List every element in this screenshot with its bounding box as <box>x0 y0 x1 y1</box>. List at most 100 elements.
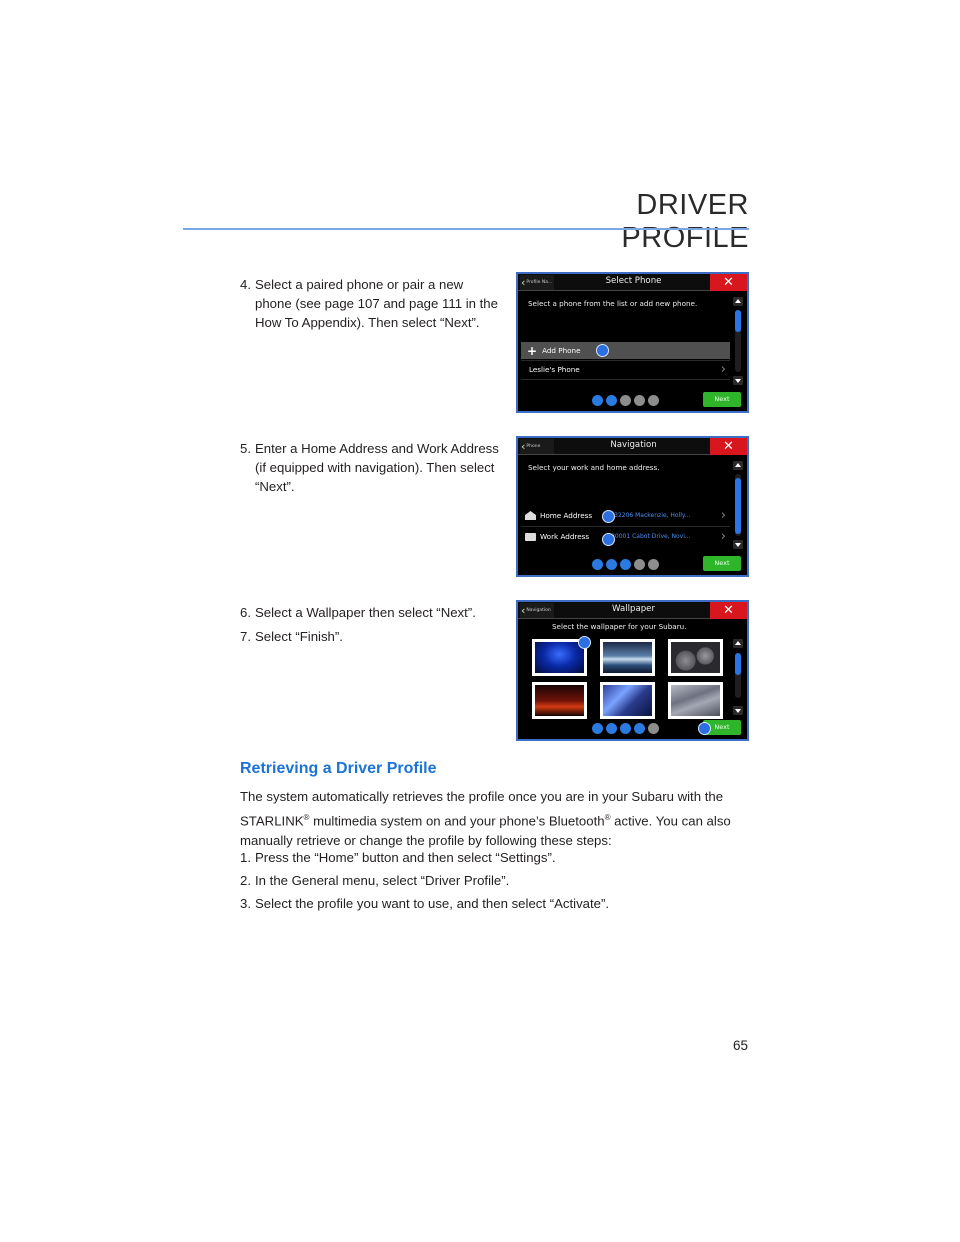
screen-title: Select Phone <box>605 276 662 286</box>
retrieve-heading: Retrieving a Driver Profile <box>240 760 437 777</box>
home-icon <box>525 511 536 520</box>
wallpaper-red-horizon <box>535 685 584 716</box>
wallpaper-thumbnail[interactable] <box>600 682 655 719</box>
screen-header: ‹ Phone Navigation ✕ <box>518 438 747 455</box>
touch-indicator <box>596 344 609 357</box>
back-button[interactable]: ‹ Profile Na... <box>520 275 554 290</box>
list-item-label: Add Phone <box>542 346 581 355</box>
close-button[interactable]: ✕ <box>710 602 747 619</box>
step-4: 4. Select a paired phone or pair a new p… <box>240 275 502 332</box>
step-number: 1. <box>240 850 251 865</box>
briefcase-icon <box>525 532 536 541</box>
divider <box>521 526 730 527</box>
scroll-down-button[interactable] <box>733 376 743 385</box>
progress-dot <box>592 723 603 734</box>
screen-title: Navigation <box>610 440 657 450</box>
progress-dot <box>648 395 659 406</box>
progress-dot <box>620 559 631 570</box>
progress-dot <box>606 395 617 406</box>
back-label: Profile Na... <box>526 280 553 285</box>
wallpaper-thumbnail[interactable] <box>600 639 655 676</box>
progress-dots <box>592 559 659 570</box>
divider <box>521 379 730 380</box>
wallpaper-thumbnail[interactable] <box>668 682 723 719</box>
retrieve-intro: The system automatically retrieves the p… <box>240 787 750 852</box>
work-address-value: 30001 Cabot Drive, Novi... <box>611 533 691 540</box>
scrollbar[interactable] <box>735 310 741 372</box>
screen-prompt: Select a phone from the list or add new … <box>528 299 698 308</box>
wallpaper-thumbnail[interactable] <box>532 682 587 719</box>
screen-header: ‹ Navigation Wallpaper ✕ <box>518 602 747 619</box>
home-address-label: Home Address <box>540 511 593 520</box>
scroll-up-button[interactable] <box>733 639 743 648</box>
wallpaper-screen: ‹ Navigation Wallpaper ✕ Select the wall… <box>516 600 749 741</box>
scrollbar-thumb[interactable] <box>735 310 741 332</box>
retrieve-step-1: 1. Press the “Home” button and then sele… <box>240 848 750 867</box>
back-label: Phone <box>526 444 541 449</box>
touch-indicator <box>698 722 711 735</box>
close-button[interactable]: ✕ <box>710 274 747 291</box>
step-text: Select the profile you want to use, and … <box>255 896 610 911</box>
scrollbar[interactable] <box>735 474 741 536</box>
scroll-up-button[interactable] <box>733 461 743 470</box>
screen-header: ‹ Profile Na... Select Phone ✕ <box>518 274 747 291</box>
progress-dots <box>592 723 659 734</box>
progress-dot <box>592 559 603 570</box>
wallpaper-thumbnail[interactable] <box>668 639 723 676</box>
back-button[interactable]: ‹ Navigation <box>520 603 554 618</box>
section-title: DRIVER PROFILE <box>621 189 749 254</box>
step-text: Select “Finish”. <box>255 629 343 644</box>
close-icon: ✕ <box>723 439 734 454</box>
progress-dots <box>592 395 659 406</box>
progress-dot <box>620 395 631 406</box>
progress-dot <box>648 723 659 734</box>
scroll-down-button[interactable] <box>733 540 743 549</box>
work-address-item[interactable]: Work Address 30001 Cabot Drive, Novi... … <box>521 528 730 545</box>
screen-prompt: Select the wallpaper for your Subaru. <box>552 622 687 631</box>
wallpaper-silver-streaks <box>671 685 720 716</box>
scroll-up-button[interactable] <box>733 297 743 306</box>
progress-dot <box>634 395 645 406</box>
touch-indicator <box>602 510 615 523</box>
scroll-down-button[interactable] <box>733 706 743 715</box>
home-address-value: 32206 Mackenzie, Holly... <box>614 512 691 519</box>
screen-prompt: Select your work and home address. <box>528 463 660 472</box>
progress-dot <box>620 723 631 734</box>
step-text: In the General menu, select “Driver Prof… <box>255 873 510 888</box>
progress-dot <box>606 723 617 734</box>
step-number: 6. <box>240 605 251 620</box>
wallpaper-blue-starfield <box>535 642 584 673</box>
step-number: 5. <box>240 441 251 456</box>
retrieve-step-2: 2. In the General menu, select “Driver P… <box>240 871 750 890</box>
wallpaper-aurora <box>603 685 652 716</box>
step-text: Select a Wallpaper then select “Next”. <box>255 605 476 620</box>
work-address-label: Work Address <box>540 532 590 541</box>
back-button[interactable]: ‹ Phone <box>520 439 554 454</box>
chevron-right-icon: › <box>720 362 726 377</box>
list-item-label: Leslie's Phone <box>529 365 580 374</box>
step-number: 4. <box>240 277 251 292</box>
page-number: 65 <box>733 1038 749 1053</box>
wallpaper-stones <box>671 642 720 673</box>
close-icon: ✕ <box>723 603 734 618</box>
step-5: 5. Enter a Home Address and Work Address… <box>240 439 502 496</box>
close-icon: ✕ <box>723 275 734 290</box>
close-button[interactable]: ✕ <box>710 438 747 455</box>
phone-list-item[interactable]: Leslie's Phone › <box>521 361 730 378</box>
step-number: 7. <box>240 629 251 644</box>
next-button[interactable]: Next <box>703 556 741 571</box>
retrieve-step-3: 3. Select the profile you want to use, a… <box>240 894 750 913</box>
scrollbar-thumb[interactable] <box>735 653 741 675</box>
scrollbar[interactable] <box>735 653 741 698</box>
chevron-right-icon: › <box>720 508 726 523</box>
next-button[interactable]: Next <box>703 392 741 407</box>
step-6: 6. Select a Wallpaper then select “Next”… <box>240 603 502 622</box>
navigation-screen: ‹ Phone Navigation ✕ Select your work an… <box>516 436 749 577</box>
progress-dot <box>634 723 645 734</box>
home-address-item[interactable]: Home Address 32206 Mackenzie, Holly... › <box>521 507 730 524</box>
scrollbar-thumb[interactable] <box>735 478 741 534</box>
progress-dot <box>648 559 659 570</box>
chevron-left-icon: ‹ <box>521 276 526 289</box>
back-label: Navigation <box>526 608 551 613</box>
add-phone-item[interactable]: + Add Phone <box>521 342 730 359</box>
